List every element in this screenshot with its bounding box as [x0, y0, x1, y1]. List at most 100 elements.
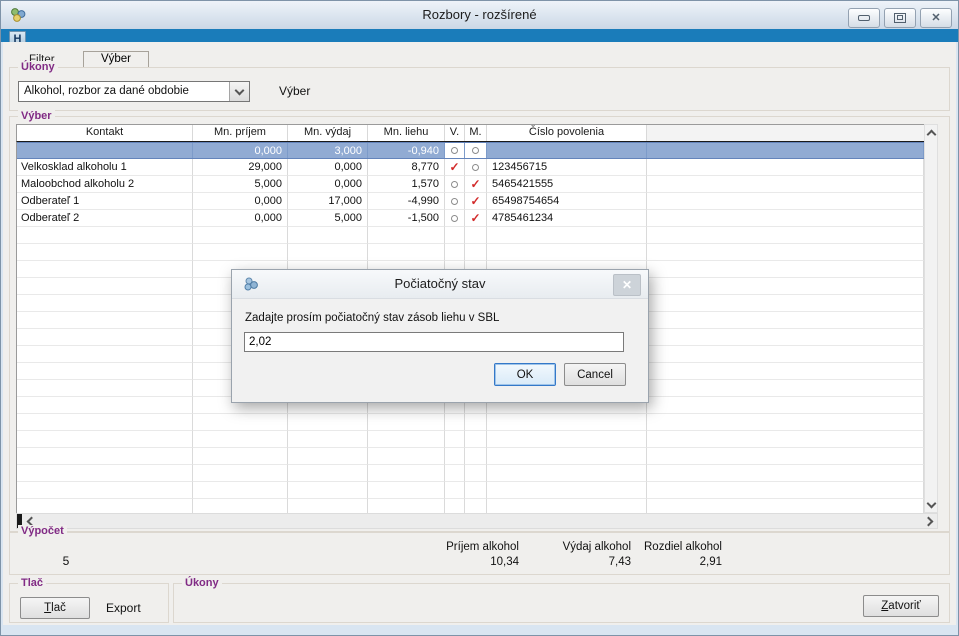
- cell-liehu[interactable]: -0,940: [368, 143, 445, 158]
- column-header-kontakt[interactable]: Kontakt: [17, 125, 193, 141]
- cell-filler[interactable]: [647, 227, 924, 244]
- cell-prijem[interactable]: 0,000: [193, 210, 288, 227]
- cell-empty[interactable]: [17, 261, 193, 278]
- cell-m[interactable]: ✓: [465, 193, 487, 210]
- table-row-empty[interactable]: [17, 227, 924, 244]
- column-header-prijem[interactable]: Mn. príjem: [193, 125, 288, 141]
- cell-prijem[interactable]: 5,000: [193, 176, 288, 193]
- cell-kontakt[interactable]: Maloobchod alkoholu 2: [17, 176, 193, 193]
- dialog-titlebar[interactable]: Počiatočný stav ✕: [232, 270, 648, 299]
- cell-empty[interactable]: [465, 414, 487, 431]
- cell-empty[interactable]: [17, 227, 193, 244]
- minimize-button[interactable]: [848, 8, 880, 28]
- table-row-empty[interactable]: [17, 448, 924, 465]
- cell-empty[interactable]: [445, 465, 465, 482]
- cell-empty[interactable]: [368, 244, 445, 261]
- cell-empty[interactable]: [17, 346, 193, 363]
- cell-empty[interactable]: [368, 227, 445, 244]
- cell-empty[interactable]: [193, 499, 288, 513]
- scroll-down-button[interactable]: [925, 498, 937, 511]
- column-header-liehu[interactable]: Mn. liehu: [368, 125, 445, 141]
- cell-filler[interactable]: [647, 312, 924, 329]
- cell-empty[interactable]: [288, 414, 368, 431]
- cell-empty[interactable]: [445, 227, 465, 244]
- print-button[interactable]: Tlač: [20, 597, 90, 619]
- cell-empty[interactable]: [193, 414, 288, 431]
- horizontal-scrollbar[interactable]: [16, 513, 938, 529]
- cell-filler[interactable]: [647, 329, 924, 346]
- cell-kontakt[interactable]: Odberateľ 2: [17, 210, 193, 227]
- cell-vydaj[interactable]: 5,000: [288, 210, 368, 227]
- cell-kontakt[interactable]: Velkosklad alkoholu 1: [17, 159, 193, 176]
- cell-empty[interactable]: [487, 465, 647, 482]
- cancel-button[interactable]: Cancel: [564, 363, 626, 386]
- cell-empty[interactable]: [445, 414, 465, 431]
- cell-empty[interactable]: [193, 431, 288, 448]
- initial-stock-input[interactable]: [244, 332, 624, 352]
- cell-filler[interactable]: [647, 448, 924, 465]
- cell-liehu[interactable]: -1,500: [368, 210, 445, 227]
- cell-v[interactable]: ✓: [445, 159, 465, 176]
- cell-empty[interactable]: [288, 244, 368, 261]
- maximize-button[interactable]: [884, 8, 916, 28]
- titlebar[interactable]: Rozbory - rozšírené ✕: [1, 1, 958, 29]
- column-header-cislo[interactable]: Číslo povolenia: [487, 125, 647, 141]
- cell-empty[interactable]: [17, 380, 193, 397]
- cell-empty[interactable]: [288, 465, 368, 482]
- cell-empty[interactable]: [487, 244, 647, 261]
- cell-empty[interactable]: [445, 482, 465, 499]
- cell-empty[interactable]: [465, 482, 487, 499]
- table-row-empty[interactable]: [17, 465, 924, 482]
- cell-filler[interactable]: [647, 431, 924, 448]
- cell-empty[interactable]: [17, 448, 193, 465]
- close-window-button[interactable]: Zatvoriť: [863, 595, 939, 617]
- cell-filler[interactable]: [647, 193, 924, 210]
- cell-empty[interactable]: [17, 414, 193, 431]
- cell-kontakt[interactable]: Odberateľ 1: [17, 193, 193, 210]
- cell-empty[interactable]: [465, 499, 487, 513]
- scroll-up-button[interactable]: [925, 126, 937, 139]
- report-type-dropdown[interactable]: Alkohol, rozbor za dané obdobie: [18, 81, 250, 102]
- cell-empty[interactable]: [445, 244, 465, 261]
- cell-cislo[interactable]: [487, 143, 647, 158]
- cell-empty[interactable]: [465, 227, 487, 244]
- cell-cislo[interactable]: 123456715: [487, 159, 647, 176]
- cell-empty[interactable]: [368, 414, 445, 431]
- table-row-empty[interactable]: [17, 499, 924, 513]
- cell-m[interactable]: ✓: [465, 210, 487, 227]
- cell-vydaj[interactable]: 17,000: [288, 193, 368, 210]
- table-row[interactable]: Velkosklad alkoholu 129,0000,0008,770✓12…: [17, 159, 924, 176]
- cell-prijem[interactable]: 29,000: [193, 159, 288, 176]
- cell-liehu[interactable]: 8,770: [368, 159, 445, 176]
- cell-filler[interactable]: [647, 159, 924, 176]
- cell-empty[interactable]: [465, 244, 487, 261]
- cell-filler[interactable]: [647, 380, 924, 397]
- tab-vyber[interactable]: Výber: [83, 51, 149, 68]
- cell-filler[interactable]: [647, 465, 924, 482]
- cell-empty[interactable]: [17, 295, 193, 312]
- cell-cislo[interactable]: 65498754654: [487, 193, 647, 210]
- cell-v[interactable]: [445, 176, 465, 193]
- cell-empty[interactable]: [17, 278, 193, 295]
- cell-empty[interactable]: [288, 499, 368, 513]
- cell-empty[interactable]: [487, 499, 647, 513]
- cell-empty[interactable]: [17, 431, 193, 448]
- table-row[interactable]: Odberateľ 10,00017,000-4,990✓65498754654: [17, 193, 924, 210]
- dialog-close-button[interactable]: ✕: [613, 274, 641, 296]
- cell-empty[interactable]: [288, 482, 368, 499]
- cell-empty[interactable]: [17, 244, 193, 261]
- column-header-vydaj[interactable]: Mn. výdaj: [288, 125, 368, 141]
- cell-prijem[interactable]: 0,000: [193, 193, 288, 210]
- cell-filler[interactable]: [647, 143, 924, 158]
- cell-empty[interactable]: [17, 363, 193, 380]
- cell-empty[interactable]: [17, 397, 193, 414]
- cell-empty[interactable]: [288, 227, 368, 244]
- cell-empty[interactable]: [487, 482, 647, 499]
- cell-filler[interactable]: [647, 244, 924, 261]
- cell-kontakt[interactable]: [17, 143, 193, 158]
- cell-filler[interactable]: [647, 210, 924, 227]
- cell-empty[interactable]: [465, 431, 487, 448]
- cell-liehu[interactable]: 1,570: [368, 176, 445, 193]
- column-header-v[interactable]: V.: [445, 125, 465, 141]
- cell-empty[interactable]: [465, 448, 487, 465]
